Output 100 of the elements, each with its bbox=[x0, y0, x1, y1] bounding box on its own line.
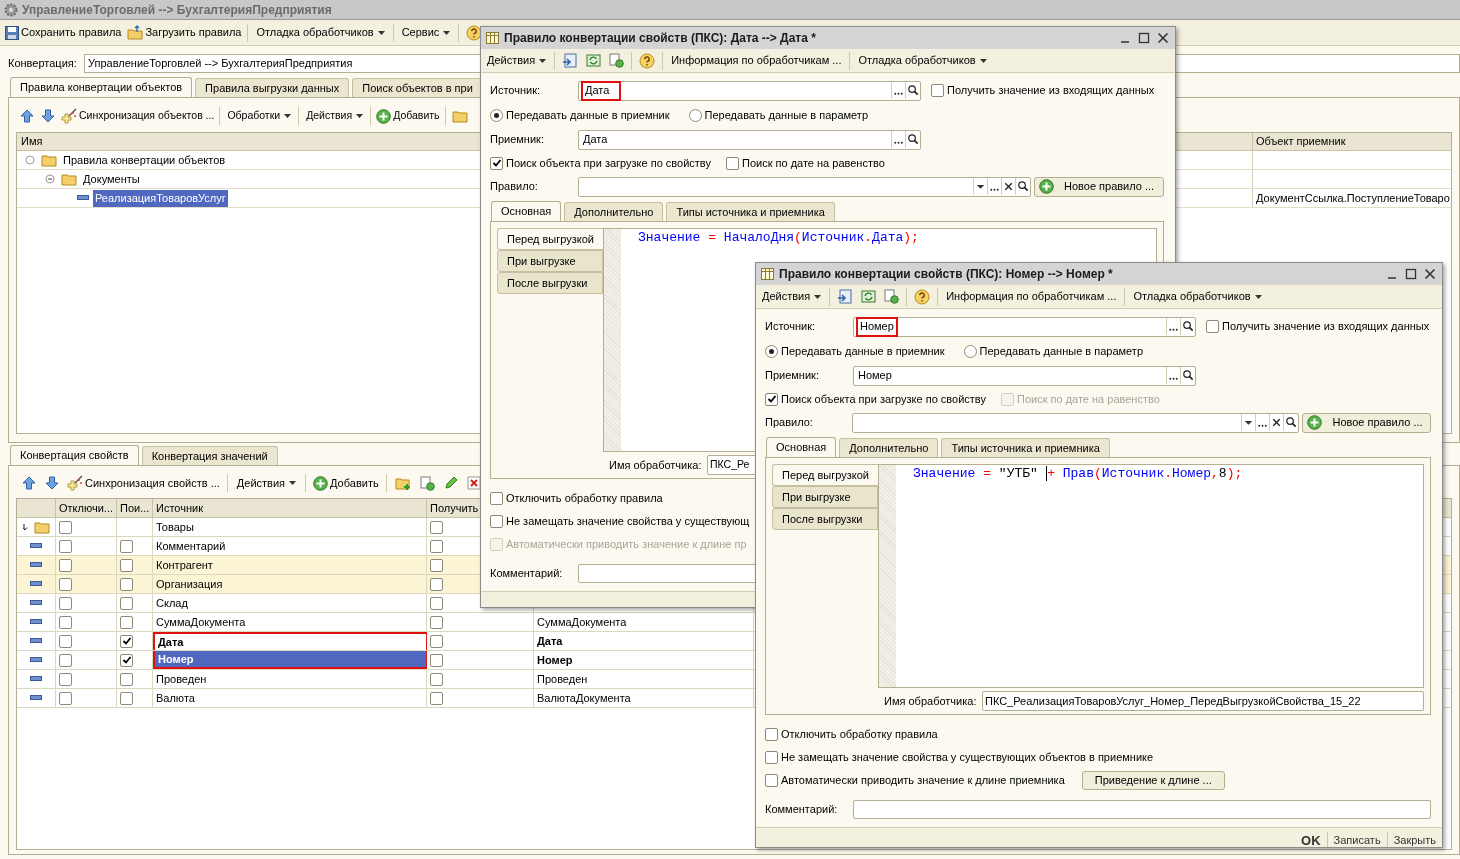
save-button[interactable]: Сохранить правила bbox=[3, 22, 124, 43]
tab[interactable]: Поиск объектов в при bbox=[352, 78, 483, 97]
sync-button[interactable]: Синхронизация объектов ... bbox=[59, 106, 217, 126]
new-rule-button[interactable]: Новое правило ... bbox=[1034, 176, 1164, 197]
radio-label: Передавать данные в параметр bbox=[704, 107, 868, 123]
tab[interactable]: Дополнительно bbox=[839, 438, 939, 457]
footer-button[interactable]: OK bbox=[1297, 830, 1325, 847]
table-cell[interactable]: СуммаДокумента bbox=[153, 613, 427, 631]
menu-button[interactable]: Отладка обработчиков bbox=[1129, 286, 1266, 307]
table-cell[interactable]: Склад bbox=[153, 594, 427, 612]
checkbox-label: Отключить обработку правила bbox=[781, 726, 938, 742]
field-label: Комментарий: bbox=[765, 801, 839, 817]
tab[interactable]: Основная bbox=[766, 437, 837, 457]
column-header[interactable]: Источник bbox=[156, 499, 203, 517]
table-cell[interactable]: Организация bbox=[153, 575, 427, 593]
column-header[interactable]: Получить bbox=[430, 499, 479, 517]
field-label: Правило: bbox=[765, 415, 814, 431]
footer-button[interactable]: Записать bbox=[1329, 830, 1385, 847]
table-cell[interactable]: Проведен bbox=[153, 670, 427, 688]
table-cell-text: ВалютаДокумента bbox=[537, 690, 631, 706]
input-field[interactable]: Номер bbox=[853, 365, 1196, 386]
field-value: Номер bbox=[857, 368, 893, 384]
input-field[interactable]: ПКС_РеализацияТоваровУслуг_Номер_ПередВыгрузкойСвойства_15_22 bbox=[982, 691, 1424, 711]
checkbox-label: Поиск объекта при загрузке по свойству bbox=[781, 391, 986, 407]
checkbox-label: Поиск по дате на равенство bbox=[741, 155, 885, 171]
menu-button[interactable]: Действия bbox=[758, 286, 826, 307]
side-tab[interactable]: При выгрузке bbox=[497, 250, 603, 272]
side-tab[interactable]: После выгрузки bbox=[497, 272, 603, 294]
footer-button[interactable]: Закрыть bbox=[1389, 830, 1440, 847]
table-cell-text: Проведен bbox=[537, 671, 588, 687]
field-label: Имя обработчика: bbox=[884, 693, 978, 709]
table-cell[interactable]: Валюта bbox=[153, 689, 427, 707]
column-header[interactable]: Отключи... bbox=[59, 499, 113, 517]
field-value: Дата bbox=[581, 80, 621, 101]
field-value: Номер bbox=[856, 316, 898, 337]
checkbox-label: Получить значение из входящих данных bbox=[947, 83, 1155, 99]
menu-button[interactable]: Обработки bbox=[223, 106, 296, 126]
menu-button[interactable]: Сервис bbox=[397, 22, 455, 43]
checkbox-label: Отключить обработку правила bbox=[506, 490, 663, 506]
table-cell[interactable]: Контрагент bbox=[153, 556, 427, 574]
field-label: Источник: bbox=[765, 319, 816, 335]
checkbox-label: Получить значение из входящих данных bbox=[1222, 319, 1430, 335]
table-cell-text: СуммаДокумента bbox=[537, 614, 627, 630]
column-header[interactable]: Имя bbox=[21, 133, 43, 150]
tab[interactable]: Типы источника и приемника bbox=[666, 202, 835, 221]
input-field[interactable]: Дата bbox=[578, 80, 921, 101]
tree-item[interactable]: Правила конвертации объектов bbox=[61, 151, 228, 169]
tab[interactable]: Конвертация свойств bbox=[10, 445, 139, 465]
tab[interactable]: Правила выгрузки данных bbox=[195, 78, 350, 97]
table-cell[interactable]: Номер bbox=[153, 651, 427, 669]
table-cell-text: ДокументСсылка.ПоступлениеТоваро bbox=[1256, 190, 1450, 206]
checkbox-label: Автоматически приводить значение к длине пр bbox=[506, 536, 747, 552]
window-title: Правило конвертации свойств (ПКС): Номер --> Номер * bbox=[779, 266, 1113, 283]
checkbox-label: Поиск по дате на равенство bbox=[1016, 391, 1160, 407]
add-button[interactable]: Добавить bbox=[311, 473, 381, 493]
field-label: Приемник: bbox=[490, 132, 545, 148]
radio-label: Передавать данные в приемник bbox=[506, 107, 670, 123]
checkbox-label: Не замещать значение свойства у существующ bbox=[506, 513, 750, 529]
menu-button[interactable]: Действия bbox=[302, 106, 368, 126]
field-label: Источник: bbox=[490, 83, 541, 99]
field-value: Дата bbox=[582, 132, 609, 148]
tab[interactable]: Дополнительно bbox=[564, 202, 664, 221]
field-label: Конвертация: bbox=[8, 56, 78, 72]
window-title: УправлениеТорговлей --> БухгалтерияПредприятия bbox=[22, 1, 332, 19]
side-tab[interactable]: Перед выгрузкой bbox=[497, 228, 603, 250]
code-line: Значение = "УТБ" + Прав(Источник.Номер,8); bbox=[912, 465, 1243, 483]
field-label: Имя обработчика: bbox=[609, 457, 703, 473]
tab[interactable]: Правила конвертации объектов bbox=[10, 77, 193, 97]
menu-button[interactable]: Отладка обработчиков bbox=[252, 22, 389, 43]
tree-item[interactable]: РеализацияТоваровУслуг bbox=[93, 189, 228, 207]
side-tab[interactable]: Перед выгрузкой bbox=[772, 464, 878, 486]
toolbar-button[interactable]: Информация по обработчикам ... bbox=[942, 286, 1121, 307]
field-label: Комментарий: bbox=[490, 565, 564, 581]
checkbox-label: Не замещать значение свойства у существующих объектов в приемнике bbox=[781, 749, 1154, 765]
add-button[interactable]: Добавить bbox=[374, 106, 442, 126]
load-button[interactable]: Загрузить правила bbox=[125, 22, 244, 43]
code-editor[interactable]: Значение = "УТБ" + Прав(Источник.Номер,8); bbox=[878, 464, 1424, 688]
menu-button[interactable]: Действия bbox=[232, 473, 301, 493]
window-title: Правило конвертации свойств (ПКС): Дата --> Дата * bbox=[504, 30, 816, 47]
tab[interactable]: Основная bbox=[491, 201, 562, 221]
tab[interactable]: Типы источника и приемника bbox=[941, 438, 1110, 457]
side-tab[interactable]: При выгрузке bbox=[772, 486, 878, 508]
table-cell[interactable]: Товары bbox=[153, 518, 427, 536]
table-cell-text: Дата bbox=[537, 633, 563, 649]
new-rule-button[interactable]: Новое правило ... bbox=[1302, 412, 1431, 433]
checkbox-label: Автоматически приводить значение к длине приемника bbox=[781, 772, 1065, 788]
side-tab[interactable]: После выгрузки bbox=[772, 508, 878, 530]
input-field[interactable]: Дата bbox=[578, 129, 921, 150]
radio-label: Передавать данные в параметр bbox=[979, 343, 1143, 359]
table-cell-text: Номер bbox=[537, 652, 573, 668]
table-cell[interactable]: Комментарий bbox=[153, 537, 427, 555]
input-field[interactable]: Номер bbox=[853, 316, 1196, 337]
column-header[interactable]: Пои... bbox=[120, 499, 150, 517]
field-label: Приемник: bbox=[765, 368, 820, 384]
length-button[interactable]: Приведение к длине ... bbox=[1081, 770, 1225, 790]
column-header[interactable]: Объект приемник bbox=[1256, 133, 1346, 150]
radio-label: Передавать данные в приемник bbox=[781, 343, 945, 359]
tab[interactable]: Конвертация значений bbox=[141, 446, 278, 465]
tree-item[interactable]: Документы bbox=[81, 170, 142, 188]
sync-button[interactable]: Синхронизация свойств ... bbox=[65, 473, 222, 493]
